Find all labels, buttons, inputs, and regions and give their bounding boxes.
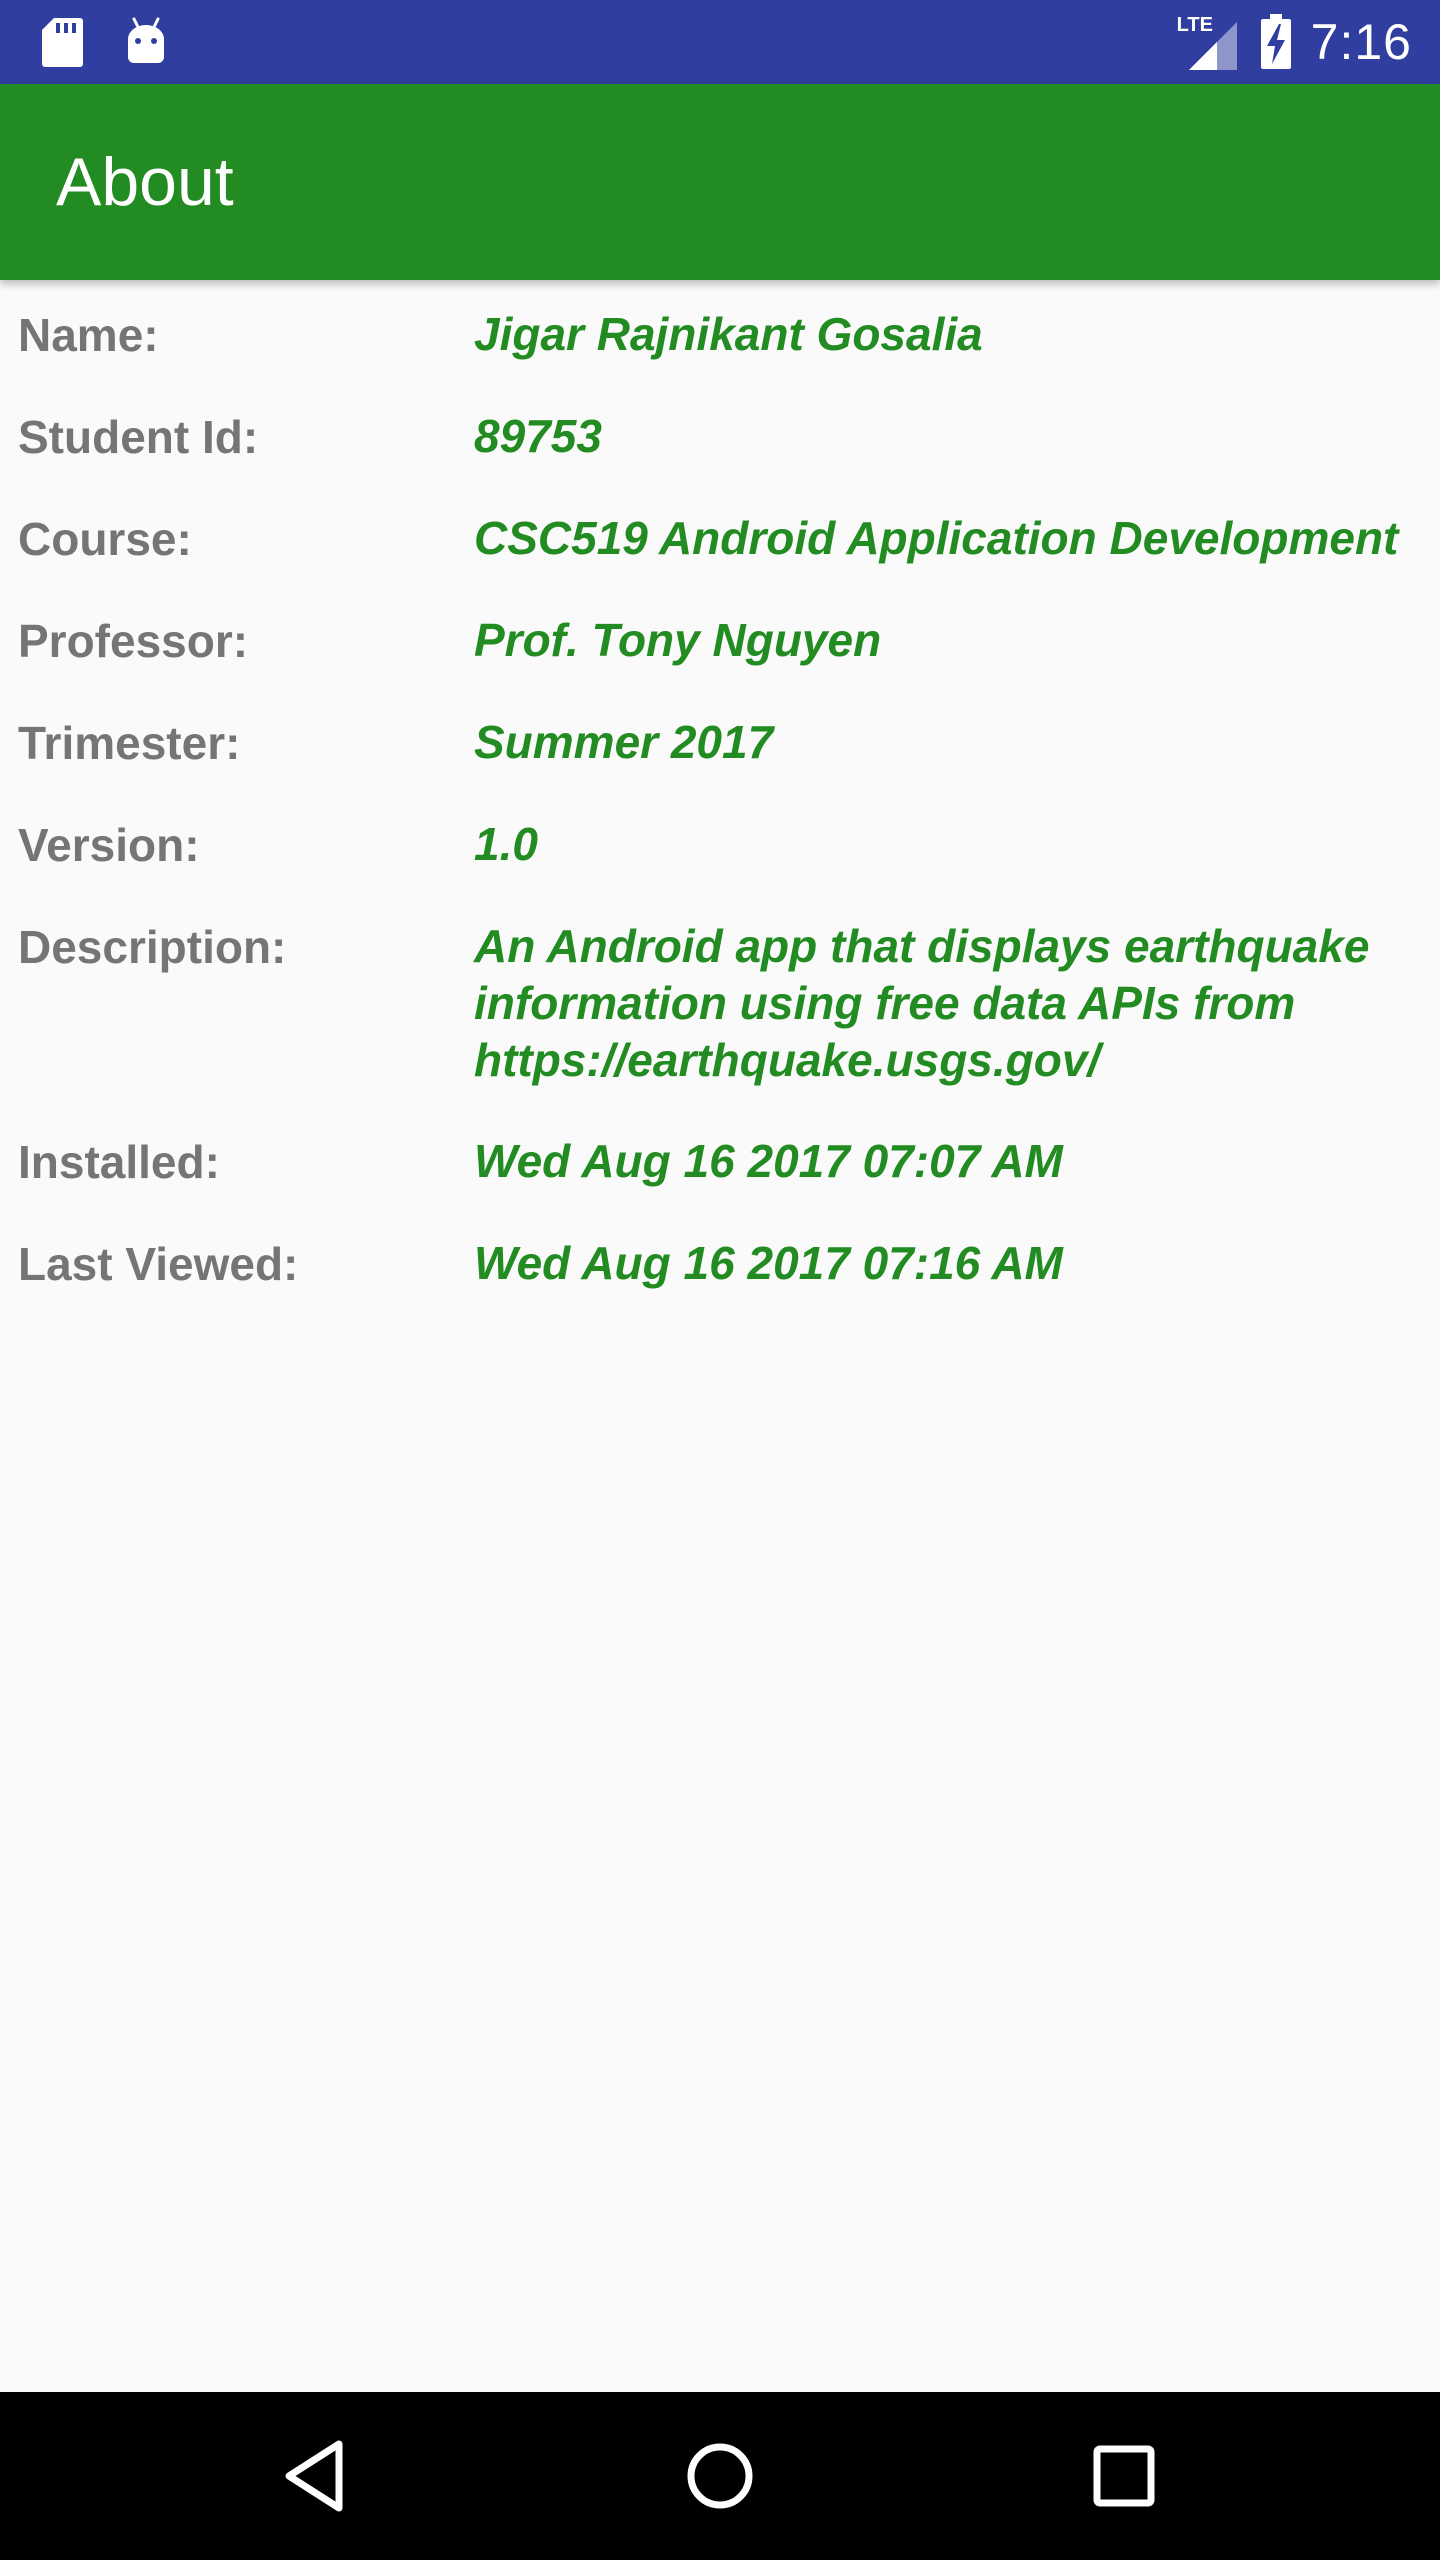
installed-value: Wed Aug 16 2017 07:07 AM [474, 1135, 1063, 1187]
recents-icon [1093, 2445, 1155, 2507]
home-icon [687, 2443, 753, 2509]
name-row: Name: Jigar Rajnikant Gosalia [0, 306, 1440, 364]
name-label: Name: [18, 309, 159, 361]
home-button[interactable] [672, 2428, 768, 2524]
version-value: 1.0 [474, 818, 538, 870]
app-bar: About [0, 84, 1440, 280]
professor-value: Prof. Tony Nguyen [474, 614, 882, 666]
course-value: CSC519 Android Application Development [474, 512, 1399, 564]
about-screen: LTE 7:16 About Name: Jigar Rajnikant Gos… [0, 0, 1440, 2560]
version-row: Version: 1.0 [0, 816, 1440, 874]
description-row: Description: An Android app that display… [0, 918, 1440, 1089]
description-label: Description: [18, 921, 287, 973]
lte-signal-icon: LTE [1177, 14, 1241, 70]
battery-charging-icon [1259, 14, 1293, 70]
back-icon [285, 2440, 343, 2512]
course-row: Course: CSC519 Android Application Devel… [0, 510, 1440, 568]
version-label: Version: [18, 819, 200, 871]
professor-label: Professor: [18, 615, 249, 667]
installed-row: Installed: Wed Aug 16 2017 07:07 AM [0, 1133, 1440, 1191]
page-title: About [56, 144, 234, 220]
about-details: Name: Jigar Rajnikant Gosalia Student Id… [0, 306, 1440, 1337]
status-bar: LTE 7:16 [0, 0, 1440, 84]
android-icon [124, 17, 168, 67]
navigation-bar [0, 2392, 1440, 2560]
last-viewed-value: Wed Aug 16 2017 07:16 AM [474, 1237, 1063, 1289]
professor-row: Professor: Prof. Tony Nguyen [0, 612, 1440, 670]
trimester-label: Trimester: [18, 717, 241, 769]
student-id-label: Student Id: [18, 411, 259, 463]
trimester-row: Trimester: Summer 2017 [0, 714, 1440, 772]
trimester-value: Summer 2017 [474, 716, 774, 768]
notification-icons [40, 14, 168, 70]
last-viewed-label: Last Viewed: [18, 1238, 299, 1290]
sd-card-icon [40, 16, 84, 68]
description-value: An Android app that displays earthquake … [474, 920, 1370, 1086]
installed-label: Installed: [18, 1136, 220, 1188]
course-label: Course: [18, 513, 192, 565]
student-id-value: 89753 [474, 410, 602, 462]
system-status-icons: LTE 7:16 [1177, 0, 1412, 84]
status-time: 7:16 [1310, 14, 1412, 70]
last-viewed-row: Last Viewed: Wed Aug 16 2017 07:16 AM [0, 1235, 1440, 1293]
back-button[interactable] [268, 2428, 364, 2524]
name-value: Jigar Rajnikant Gosalia [474, 308, 983, 360]
student-id-row: Student Id: 89753 [0, 408, 1440, 466]
recents-button[interactable] [1076, 2428, 1172, 2524]
